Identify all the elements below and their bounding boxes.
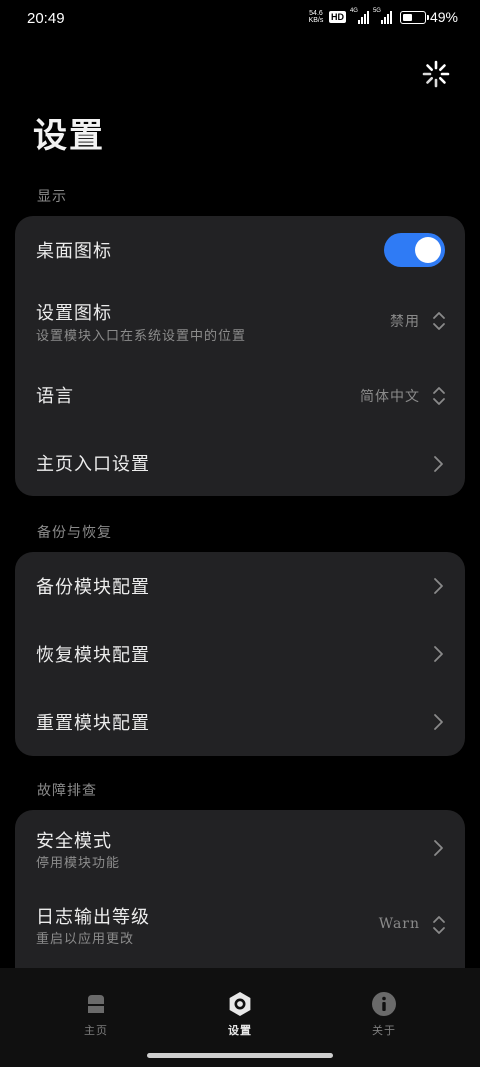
- restore-config-row[interactable]: 恢复模块配置: [15, 620, 465, 688]
- sim2-network-type: 5G: [372, 8, 381, 14]
- battery-icon: [399, 10, 429, 24]
- settings-icon-description: 设置模块入口在系统设置中的位置: [36, 329, 247, 344]
- desktop-icon-toggle[interactable]: [384, 233, 445, 267]
- status-icons: 54.6 KB/s HD 4G 5G 49%: [307, 8, 458, 25]
- log-level-description: 重启以应用更改: [36, 932, 135, 947]
- home-icon: [88, 995, 104, 1013]
- settings-icon-row[interactable]: 设置图标 设置模块入口在系统设置中的位置 禁用: [15, 284, 465, 356]
- signal-sim2-icon: 5G: [372, 8, 392, 24]
- chevron-right-icon: [434, 456, 443, 472]
- language-row[interactable]: 语言 简体中文: [15, 356, 465, 424]
- nav-tab-home-label: 主页: [84, 1024, 108, 1037]
- nav-tab-settings[interactable]: 设置: [210, 990, 270, 1040]
- chevron-right-icon: [434, 840, 443, 856]
- dropdown-updown-icon: [433, 916, 445, 934]
- troubleshoot-settings-card: 安全模式 停用模块功能 日志输出等级 重启以应用更改 Warn: [15, 810, 465, 990]
- network-speed-unit: KB/s: [308, 17, 324, 24]
- reset-config-row[interactable]: 重置模块配置: [15, 688, 465, 756]
- gesture-home-indicator[interactable]: [147, 1053, 333, 1058]
- restore-config-label: 恢复模块配置: [36, 645, 150, 666]
- safe-mode-label: 安全模式: [36, 831, 112, 852]
- backup-config-label: 备份模块配置: [36, 577, 150, 598]
- section-header-troubleshoot: 故障排查: [37, 783, 97, 799]
- nav-tab-home[interactable]: 主页: [66, 990, 126, 1040]
- language-label: 语言: [36, 386, 74, 407]
- section-header-backup: 备份与恢复: [37, 525, 112, 541]
- safe-mode-row[interactable]: 安全模式 停用模块功能: [15, 810, 465, 886]
- status-time: 20:49: [27, 10, 65, 27]
- language-value: 简体中文: [360, 389, 420, 405]
- chevron-right-icon: [434, 714, 443, 730]
- signal-sim1-icon: 4G: [349, 8, 369, 24]
- safe-mode-description: 停用模块功能: [36, 856, 121, 871]
- display-settings-card: 桌面图标 设置图标 设置模块入口在系统设置中的位置 禁用 语言 简体中文 主页入…: [15, 216, 465, 496]
- network-speed: 54.6 KB/s: [307, 10, 325, 24]
- section-header-display: 显示: [37, 189, 67, 205]
- log-level-row[interactable]: 日志输出等级 重启以应用更改 Warn: [15, 886, 465, 962]
- status-bar: 20:49 54.6 KB/s HD 4G 5G 49%: [0, 0, 480, 40]
- dropdown-updown-icon: [433, 312, 445, 330]
- home-entry-settings-label: 主页入口设置: [36, 454, 150, 475]
- nav-tab-about[interactable]: 关于: [354, 990, 414, 1040]
- backup-settings-card: 备份模块配置 恢复模块配置 重置模块配置: [15, 552, 465, 756]
- reset-config-label: 重置模块配置: [36, 713, 150, 734]
- chevron-right-icon: [434, 646, 443, 662]
- info-icon: [372, 992, 396, 1016]
- backup-config-row[interactable]: 备份模块配置: [15, 552, 465, 620]
- log-level-value: Warn: [378, 916, 420, 932]
- hd-voice-badge: HD: [328, 11, 346, 23]
- desktop-icon-label: 桌面图标: [36, 241, 112, 262]
- settings-icon-value: 禁用: [390, 314, 420, 330]
- network-speed-value: 54.6: [309, 10, 323, 17]
- settings-icon: [229, 992, 251, 1016]
- nav-tab-settings-label: 设置: [228, 1024, 252, 1037]
- dropdown-updown-icon: [433, 387, 445, 405]
- toggle-knob: [415, 237, 441, 263]
- sim1-network-type: 4G: [349, 8, 358, 14]
- desktop-icon-row[interactable]: 桌面图标: [15, 216, 465, 284]
- settings-icon-label: 设置图标: [36, 303, 112, 324]
- log-level-label: 日志输出等级: [36, 907, 150, 928]
- loading-spinner-icon: [422, 60, 450, 88]
- home-entry-settings-row[interactable]: 主页入口设置: [15, 424, 465, 496]
- chevron-right-icon: [434, 578, 443, 594]
- page-title: 设置: [33, 116, 105, 156]
- nav-tab-about-label: 关于: [372, 1024, 396, 1037]
- battery-percent: 49%: [429, 9, 458, 25]
